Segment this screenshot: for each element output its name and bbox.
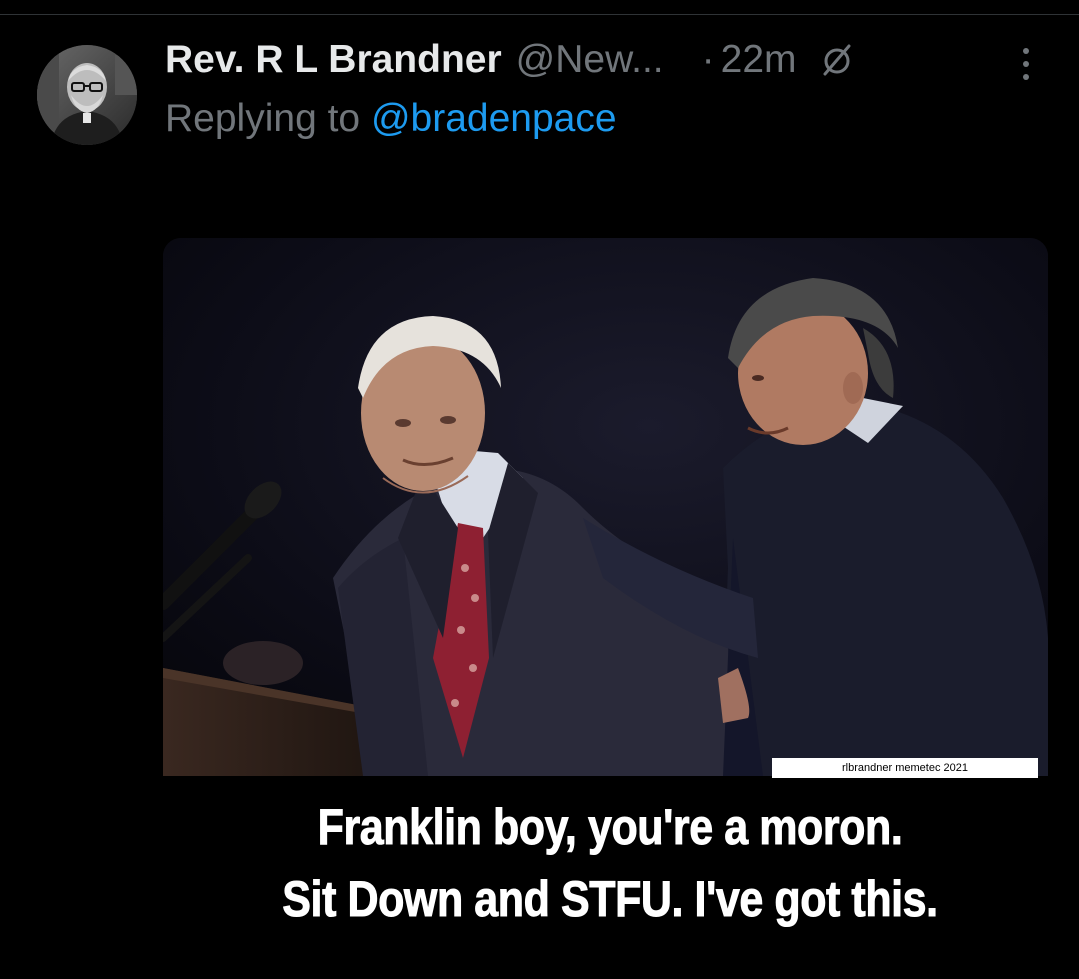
reply-mention-link[interactable]: @bradenpace	[371, 97, 617, 140]
display-name[interactable]: Rev. R L Brandner	[165, 38, 502, 82]
replying-to-line: Replying to @bradenpace	[165, 97, 617, 141]
meme-caption-line-2: Sit Down and STFU. I've got this.	[282, 871, 939, 928]
tweet-media-image[interactable]	[163, 238, 1048, 776]
header-separator: ·	[701, 38, 715, 81]
image-watermark: rlbrandner memetec 2021	[772, 758, 1038, 778]
tweet-header: Rev. R L Brandner @New... · 22m	[165, 36, 853, 84]
top-divider	[0, 14, 1079, 15]
more-options-icon[interactable]	[1016, 46, 1036, 82]
avatar[interactable]	[37, 45, 137, 145]
timestamp[interactable]: 22m	[721, 38, 797, 82]
user-handle[interactable]: @New...	[516, 38, 664, 82]
reply-prefix: Replying to	[165, 97, 361, 140]
edited-pencil-icon[interactable]	[821, 43, 853, 77]
meme-caption-line-1: Franklin boy, you're a moron.	[317, 799, 903, 856]
